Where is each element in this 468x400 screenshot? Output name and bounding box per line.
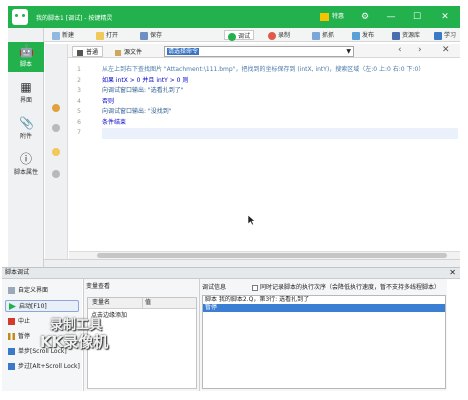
open-button[interactable]: 打开 — [96, 30, 118, 40]
chevron-down-icon: ▼ — [346, 48, 351, 55]
grid-icon — [77, 49, 83, 56]
sidebar-item-script[interactable]: 🤖 脚本 — [8, 42, 44, 72]
column-header-value: 值 — [142, 298, 151, 308]
source-file-icon — [115, 49, 121, 56]
robot-icon: 🤖 — [19, 44, 34, 58]
code-line-current[interactable] — [102, 128, 458, 139]
book-icon — [434, 31, 442, 40]
close-tab-icon[interactable]: ✕ — [442, 45, 450, 55]
code-line[interactable]: 向调试窗口输出: "选看扎到了" — [102, 86, 458, 97]
attachment-icon: 📎 — [19, 116, 34, 130]
minimize-button[interactable]: — — [384, 10, 398, 24]
record-icon — [268, 31, 276, 40]
step-over-icon — [8, 363, 15, 370]
debug-button[interactable]: 调试 — [224, 30, 255, 41]
mouse-cursor-icon — [247, 214, 256, 226]
grab-button[interactable]: 抓抓 — [312, 30, 334, 40]
library-icon — [392, 31, 400, 40]
learn-button[interactable]: 学习 — [434, 30, 456, 40]
step-over-button[interactable]: 步过[Alt+Scroll Lock] — [5, 361, 80, 373]
command-icon[interactable] — [52, 148, 60, 156]
sidebar-item-attachment[interactable]: 📎 附件 — [8, 114, 44, 144]
play-circle-icon — [228, 32, 236, 41]
publish-button[interactable]: 发布 — [352, 30, 374, 40]
title-bar: 我的脚本1 [调试] - 按键精灵 特惠 ⚙ — ☐ ✕ — [8, 6, 460, 28]
sidebar-item-script-properties[interactable]: ⓘ 脚本属性 — [8, 150, 44, 180]
sidebar-item-label: 脚本 — [19, 61, 32, 68]
sidebar-item-label: 脚本属性 — [13, 169, 38, 176]
capture-icon — [312, 31, 320, 40]
record-button[interactable]: 录制 — [268, 30, 290, 40]
folder-icon — [96, 31, 104, 40]
window-title: 我的脚本1 [调试] - 按键精灵 — [36, 15, 113, 22]
debug-info-title: 调试信息 同时记录脚本的执行次序（会降低执行速度，暂不支持多线程脚本） — [202, 284, 441, 291]
variables-title: 变量查看 — [86, 283, 111, 290]
layout-icon: ▦ — [20, 80, 32, 94]
code-line[interactable]: 否则 — [102, 97, 458, 108]
command-select-value: 请选择命令 — [167, 48, 200, 55]
save-icon — [140, 31, 148, 40]
debug-panel-title: 脚本调试 — [5, 269, 30, 276]
line-numbers: 1 2 3 4 5 6 7 — [77, 66, 81, 136]
publish-icon — [352, 31, 360, 40]
editor-gutter — [45, 44, 68, 267]
command-select[interactable]: 请选择命令 ▼ — [164, 46, 354, 57]
status-bar — [44, 259, 460, 267]
log-line[interactable]: 脚本 我的脚本2.Q，第3行: 选看扎到了 — [203, 296, 445, 304]
new-button[interactable]: 新建 — [52, 30, 74, 40]
record-order-label: 同时记录脚本的执行次序（会降低执行速度，暂不支持多线程脚本） — [260, 284, 441, 291]
stop-icon — [8, 318, 15, 325]
maximize-button[interactable]: ☐ — [410, 10, 424, 24]
sidebar-item-label: 附件 — [19, 133, 32, 140]
tab-source[interactable]: 源文件 — [110, 46, 147, 57]
resource-library-button[interactable]: 资源库 — [392, 30, 420, 40]
debug-log[interactable]: 脚本 我的脚本2.Q，第3行: 选看扎到了 暂停 — [202, 295, 446, 389]
scrollbar-thumb[interactable] — [97, 253, 447, 258]
start-button[interactable]: 启动[F10] — [5, 300, 79, 312]
command-icon[interactable] — [52, 170, 60, 178]
record-order-checkbox[interactable] — [252, 284, 259, 291]
code-line[interactable]: 如果 intX > 0 并且 intY > 0 则 — [102, 76, 458, 87]
column-header-name: 变量名 — [92, 299, 111, 306]
sidebar-item-interface[interactable]: ▦ 界面 — [8, 78, 44, 108]
horizontal-scrollbar[interactable] — [69, 251, 460, 259]
app-logo-icon — [12, 9, 28, 25]
settings-icon[interactable]: ⚙ — [358, 10, 372, 24]
code-lines: 从左上到右下查找图片 "Attachment:\111.bmp"，把找到的坐标保… — [102, 65, 458, 139]
step-icon — [8, 348, 15, 355]
left-sidebar: 🤖 脚本 ▦ 界面 📎 附件 ⓘ 脚本属性 — [8, 28, 44, 267]
pause-icon — [8, 333, 15, 340]
sidebar-item-label: 界面 — [19, 97, 32, 104]
debug-panel-header: 脚本调试 ✕ — [2, 267, 460, 279]
info-icon: ⓘ — [19, 152, 32, 166]
debug-log-panel: 调试信息 同时记录脚本的执行次序（会降低执行速度，暂不支持多线程脚本） 脚本 我的… — [199, 279, 447, 391]
new-file-icon — [52, 31, 60, 40]
code-line[interactable]: 向调试窗口输出: "没找到" — [102, 107, 458, 118]
close-icon[interactable]: ✕ — [449, 268, 456, 278]
tab-normal[interactable]: 普通 — [72, 46, 104, 57]
command-icon[interactable] — [52, 104, 60, 112]
command-icon[interactable] — [52, 124, 60, 132]
save-button[interactable]: 保存 — [140, 30, 162, 40]
custom-ui-button[interactable]: 自定义界面 — [5, 285, 79, 297]
prev-arrow-icon[interactable]: ‹ — [398, 45, 402, 55]
code-line[interactable]: 从左上到右下查找图片 "Attachment:\111.bmp"，把找到的坐标保… — [102, 65, 458, 76]
watermark-text: KK录像机 — [40, 333, 109, 351]
code-line[interactable]: 条件结束 — [102, 118, 458, 129]
play-icon — [9, 303, 16, 310]
close-button[interactable]: ✕ — [438, 10, 452, 24]
toolbar: 新建 打开 保存 调试 录制 抓抓 发布 资源库 学习 — [22, 28, 460, 42]
log-line-selected[interactable]: 暂停 — [203, 304, 445, 312]
vip-button[interactable]: 特惠 — [320, 11, 344, 21]
code-editor[interactable]: 1 2 3 4 5 6 7 从左上到右下查找图片 "Attachment:\11… — [69, 59, 460, 251]
editor-tabbar: 普通 源文件 请选择命令 ▼ ‹ › ✕ — [68, 44, 460, 58]
next-arrow-icon[interactable]: › — [418, 45, 422, 55]
variables-table-header: 变量名 值 — [88, 298, 196, 309]
crown-icon — [320, 12, 329, 21]
custom-ui-icon — [8, 287, 15, 294]
